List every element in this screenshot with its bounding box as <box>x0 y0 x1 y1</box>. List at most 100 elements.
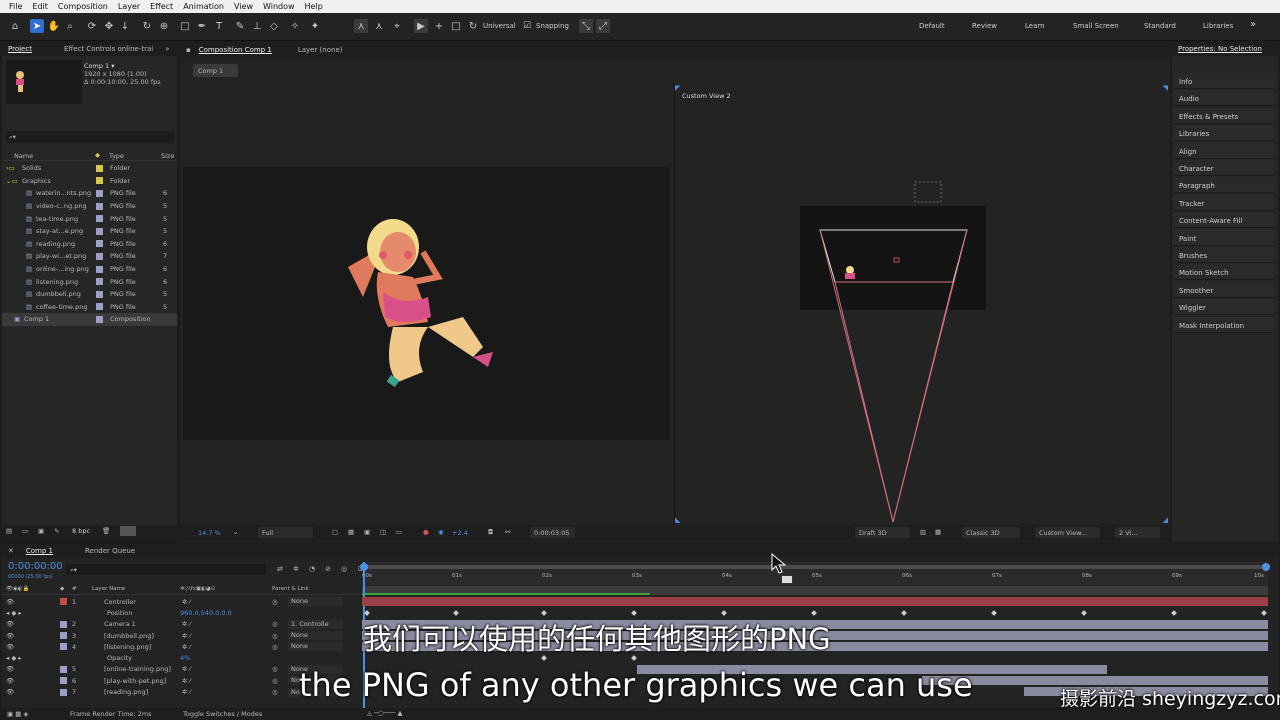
project-item[interactable]: ▤ online-...ing.png PNG file 6 <box>2 263 177 276</box>
guides-icon[interactable]: ◫ <box>380 528 386 536</box>
brush-tool-icon[interactable]: ✎ <box>233 19 247 33</box>
pick-whip-icon[interactable]: ◎ <box>272 677 278 685</box>
visibility-eye-icon[interactable]: 👁 <box>6 665 14 673</box>
clone-stamp-icon[interactable]: ⊥ <box>250 19 264 33</box>
parent-select[interactable]: None <box>288 642 343 652</box>
new-comp-icon[interactable]: ▣ <box>38 527 44 535</box>
keyframe-icon[interactable] <box>811 610 817 616</box>
view-axis-icon[interactable]: ⌖ <box>390 19 404 33</box>
properties-title[interactable]: Properties: No Selection <box>1172 45 1268 53</box>
project-item[interactable]: ▤ coffee-time.png PNG file 5 <box>2 301 177 314</box>
properties-item[interactable]: Paint <box>1174 229 1274 246</box>
keyframe-icon[interactable] <box>1261 610 1267 616</box>
parent-select[interactable]: None <box>288 631 343 641</box>
label-color-swatch[interactable] <box>96 240 103 248</box>
project-item[interactable]: ▤ listening.png PNG file 6 <box>2 275 177 288</box>
workspace-small-screen[interactable]: Small Screen <box>1073 22 1119 30</box>
layer-label-swatch[interactable] <box>60 620 67 628</box>
home-icon[interactable]: ⌂ <box>8 19 22 33</box>
tab-effect-controls[interactable]: Effect Controls online-trai <box>58 45 159 53</box>
keyframe-icon[interactable] <box>721 610 727 616</box>
region-icon[interactable]: ▢ <box>332 528 338 536</box>
current-time[interactable]: 0:00:03:05 <box>530 527 575 538</box>
project-item[interactable]: ▤ waterin...nts.png PNG file 6 <box>2 187 177 200</box>
label-color-swatch[interactable] <box>96 189 103 197</box>
comp-subtab[interactable]: Comp 1 <box>193 64 238 77</box>
workspace-standard[interactable]: Standard <box>1144 22 1176 30</box>
properties-item[interactable]: Paragraph <box>1174 177 1274 194</box>
layer-row[interactable]: 👁 1 Controller ✲ ⁄ ◎ None <box>2 596 360 607</box>
keyframe-icon[interactable] <box>1081 610 1087 616</box>
dolly-tool-icon[interactable]: ↓ <box>118 19 132 33</box>
layer-name[interactable]: [reading.png] <box>104 688 148 696</box>
selection-tool-icon[interactable]: ➤ <box>30 19 44 33</box>
label-color-swatch[interactable] <box>96 290 103 298</box>
move-icon[interactable]: + <box>432 19 446 33</box>
visibility-eye-icon[interactable]: 👁 <box>6 620 14 628</box>
pick-whip-icon[interactable]: ◎ <box>272 598 278 606</box>
properties-item[interactable]: Character <box>1174 160 1274 176</box>
label-color-swatch[interactable] <box>96 265 103 273</box>
color-channel-icon[interactable]: ● <box>423 528 429 536</box>
close-tab-icon[interactable]: ✕ <box>2 547 20 555</box>
pick-whip-icon[interactable]: ◎ <box>272 665 278 673</box>
3d-ground-icon[interactable]: ▦ <box>935 528 941 536</box>
type-tool-icon[interactable]: T <box>212 19 226 33</box>
properties-item[interactable]: Libraries <box>1174 125 1274 142</box>
layer-name[interactable]: [online-training.png] <box>104 665 171 673</box>
layer-switches-icon[interactable]: ✲ ⁄ <box>182 632 191 640</box>
layer-row[interactable]: 👁 2 Camera 1 ✲ ⁄ ◎ 1. Controlle <box>2 619 360 630</box>
pick-whip-icon[interactable]: ◎ <box>272 620 278 628</box>
project-item[interactable]: ▤ video-c..ng.png PNG file 5 <box>2 200 177 213</box>
tab-layer[interactable]: Layer (none) <box>292 46 349 54</box>
zoom-tool-icon[interactable]: ⌕ <box>63 19 77 33</box>
frame-blending-icon[interactable]: ⊘ <box>325 565 331 573</box>
show-snapshot-icon[interactable]: ⚯ <box>505 528 510 536</box>
layer-switches-icon[interactable]: ✲ ⁄ <box>182 688 191 696</box>
layer-switches-icon[interactable]: ✲ ⁄ <box>182 677 191 685</box>
tab-project[interactable]: Project <box>2 45 38 53</box>
transparency-grid-icon[interactable]: ▦ <box>348 528 354 536</box>
properties-item[interactable]: Effects & Presets <box>1174 107 1274 124</box>
layer-label-swatch[interactable] <box>60 598 67 606</box>
col-parent[interactable]: Parent & Link <box>272 586 309 592</box>
view-select[interactable]: Custom View... <box>1035 527 1100 538</box>
orbit-tool-icon[interactable]: ⟳ <box>85 19 99 33</box>
visibility-eye-icon[interactable]: 👁 <box>6 643 14 651</box>
delete-icon[interactable]: 🗑 <box>102 527 110 535</box>
draft-3d-toggle[interactable]: Draft 3D <box>855 527 910 538</box>
label-color-swatch[interactable] <box>96 252 103 260</box>
property-row[interactable]: ◂ ◆ ▸ Opacity 4% <box>2 653 360 664</box>
workspace-learn[interactable]: Learn <box>1025 22 1045 30</box>
layer-label-swatch[interactable] <box>60 677 67 685</box>
exposure-value[interactable]: +2.4 <box>452 529 468 537</box>
layer-switches-icon[interactable]: ✲ ⁄ <box>182 665 191 673</box>
layer-switches-icon[interactable]: ✲ ⁄ <box>182 620 191 628</box>
project-item[interactable]: ▤ reading.png PNG file 6 <box>2 238 177 251</box>
tab-comp1[interactable]: Comp 1 <box>20 547 59 555</box>
menu-window[interactable]: Window <box>258 2 300 11</box>
layer-label-swatch[interactable] <box>60 643 67 651</box>
custom-view-panel[interactable]: Custom View 2 ◤ ◥ ◣ ◢ <box>674 84 1168 524</box>
timeline-timecode[interactable]: 0:00:00:00 <box>8 561 63 572</box>
rotate-tool-icon[interactable]: ↻ <box>140 19 154 33</box>
zoom-level[interactable]: 14.7 % <box>198 529 221 537</box>
comp-name[interactable]: Comp 1 ▾ <box>84 62 161 70</box>
layer-name[interactable]: [listening.png] <box>104 643 151 651</box>
pen-tool-icon[interactable]: ✒ <box>195 19 209 33</box>
rotate-icon[interactable]: ↻ <box>466 19 480 33</box>
interpret-footage-icon[interactable]: ▤ <box>6 527 12 535</box>
tab-render-queue[interactable]: Render Queue <box>79 547 141 555</box>
roto-brush-icon[interactable]: ✧ <box>288 19 302 33</box>
layer-name[interactable]: [play-with-pet.png] <box>104 677 166 685</box>
keyframe-icon[interactable] <box>1171 610 1177 616</box>
project-search-input[interactable]: ⌕▾ <box>6 131 174 143</box>
keyframe-icon[interactable] <box>631 610 637 616</box>
panel-overflow-icon[interactable]: » <box>159 45 175 53</box>
layer-switches-icon[interactable]: ✲ ⁄ <box>182 643 191 651</box>
toggle-switches-modes[interactable]: Toggle Switches / Modes <box>183 710 262 718</box>
layer-switches-icon[interactable]: ✲ ⁄ <box>182 598 191 606</box>
scale-icon[interactable]: □ <box>449 19 463 33</box>
project-item[interactable]: ▣ Comp 1 Composition <box>2 313 177 326</box>
layer-label-swatch[interactable] <box>60 632 67 640</box>
